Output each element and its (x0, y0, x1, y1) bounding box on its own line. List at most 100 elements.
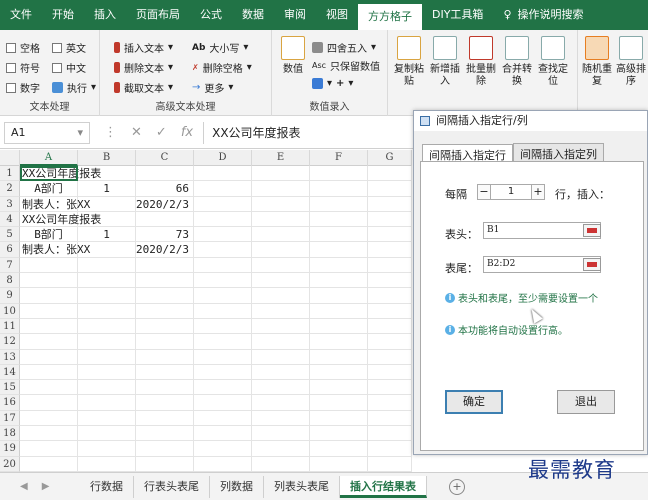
cell[interactable] (310, 349, 368, 365)
cell[interactable] (20, 426, 78, 442)
more-button[interactable]: → 更多 ▾ (192, 80, 233, 95)
cell[interactable] (194, 426, 252, 442)
cell[interactable] (252, 380, 310, 396)
random-repeat-button[interactable]: 随机重复 (580, 36, 614, 88)
name-box[interactable]: A1 ▾ (4, 121, 90, 144)
cell[interactable] (310, 456, 368, 472)
function-icon[interactable]: fx (181, 125, 193, 140)
cell[interactable] (78, 303, 136, 319)
cell[interactable] (368, 334, 412, 350)
cell[interactable] (78, 318, 136, 335)
row-header[interactable]: 4 (0, 211, 20, 228)
check-icon[interactable]: ✓ (156, 125, 167, 140)
find-locate-button[interactable]: 查找定位 (536, 36, 570, 88)
cell[interactable] (310, 410, 368, 427)
column-header[interactable]: A (20, 150, 78, 166)
cell[interactable] (20, 257, 78, 274)
row-header[interactable]: 9 (0, 288, 20, 304)
cell[interactable] (252, 364, 310, 381)
cell[interactable] (368, 288, 412, 304)
row-header[interactable]: 1 (0, 166, 20, 182)
insert-text-button[interactable]: 插入文本 ▾ (114, 40, 173, 55)
cell[interactable] (368, 181, 412, 197)
round-button[interactable]: 四舍五入 ▾ (312, 40, 376, 55)
cell[interactable] (368, 380, 412, 396)
tab-2[interactable]: 插入 (84, 0, 126, 30)
interval-input[interactable]: 1 (491, 184, 531, 200)
cell[interactable] (194, 288, 252, 304)
cell[interactable] (136, 257, 194, 274)
cell[interactable] (310, 288, 368, 304)
cell[interactable] (368, 318, 412, 335)
cell[interactable] (368, 395, 412, 411)
cell[interactable] (252, 410, 310, 427)
keep-number-button[interactable]: Asc 只保留数值 (312, 58, 380, 73)
cell[interactable] (368, 242, 412, 258)
cell[interactable] (78, 410, 136, 427)
cell[interactable] (252, 288, 310, 304)
cell[interactable] (20, 364, 78, 381)
cell[interactable] (368, 211, 412, 228)
tab-6[interactable]: 审阅 (274, 0, 316, 30)
cell[interactable] (20, 395, 78, 411)
cell[interactable] (368, 456, 412, 472)
cell[interactable] (368, 426, 412, 442)
exit-button[interactable]: 退出 (557, 390, 615, 414)
add-sheet-icon[interactable]: + (449, 478, 465, 495)
cell[interactable] (194, 273, 252, 289)
row-header[interactable]: 20 (0, 456, 20, 472)
cell[interactable] (136, 349, 194, 365)
cell[interactable] (310, 426, 368, 442)
cell[interactable] (310, 257, 368, 274)
column-header[interactable]: C (136, 150, 194, 166)
cell[interactable] (136, 380, 194, 396)
cell[interactable] (78, 288, 136, 304)
prev-sheet-icon[interactable]: ◀ (20, 481, 28, 492)
cell[interactable] (136, 273, 194, 289)
cell[interactable] (194, 303, 252, 319)
cell[interactable] (78, 211, 136, 228)
cell[interactable]: 73 (136, 227, 194, 243)
cell[interactable] (368, 349, 412, 365)
cell[interactable] (78, 257, 136, 274)
cell[interactable] (252, 349, 310, 365)
row-header[interactable]: 18 (0, 426, 20, 442)
checkbox-icon[interactable] (6, 62, 16, 73)
cell[interactable] (78, 364, 136, 381)
cell[interactable]: 2020/2/3 (136, 242, 194, 258)
help-search[interactable]: ♀ 操作说明搜索 (493, 0, 593, 30)
cell[interactable] (310, 196, 368, 212)
cell[interactable] (194, 242, 252, 258)
cell[interactable] (78, 334, 136, 350)
cell[interactable] (252, 166, 310, 182)
cell[interactable] (78, 242, 136, 258)
cell[interactable] (252, 242, 310, 258)
row-header[interactable]: 14 (0, 364, 20, 381)
cell[interactable] (136, 211, 194, 228)
cell[interactable] (194, 395, 252, 411)
cell[interactable] (310, 211, 368, 228)
cell[interactable] (194, 334, 252, 350)
cell[interactable] (78, 380, 136, 396)
cell[interactable] (252, 196, 310, 212)
cell[interactable] (194, 410, 252, 427)
tab-9[interactable]: DIY工具箱 (422, 0, 493, 30)
merge-convert-button[interactable]: 合并转换 (500, 36, 534, 88)
cell[interactable] (194, 441, 252, 457)
cell[interactable] (252, 318, 310, 335)
cell[interactable] (194, 364, 252, 381)
batch-delete-button[interactable]: 批量删除 (464, 36, 498, 88)
cell[interactable] (252, 426, 310, 442)
cell[interactable] (136, 334, 194, 350)
cell[interactable] (20, 288, 78, 304)
cell[interactable] (136, 303, 194, 319)
cell[interactable] (252, 257, 310, 274)
row-header[interactable]: 3 (0, 196, 20, 212)
sheet-tab[interactable]: 行表头表尾 (134, 475, 210, 498)
row-header[interactable]: 8 (0, 273, 20, 289)
cell[interactable] (310, 318, 368, 335)
cell[interactable] (368, 227, 412, 243)
option-number[interactable]: 数字 (6, 80, 40, 95)
cell[interactable] (20, 456, 78, 472)
row-header[interactable]: 19 (0, 441, 20, 457)
